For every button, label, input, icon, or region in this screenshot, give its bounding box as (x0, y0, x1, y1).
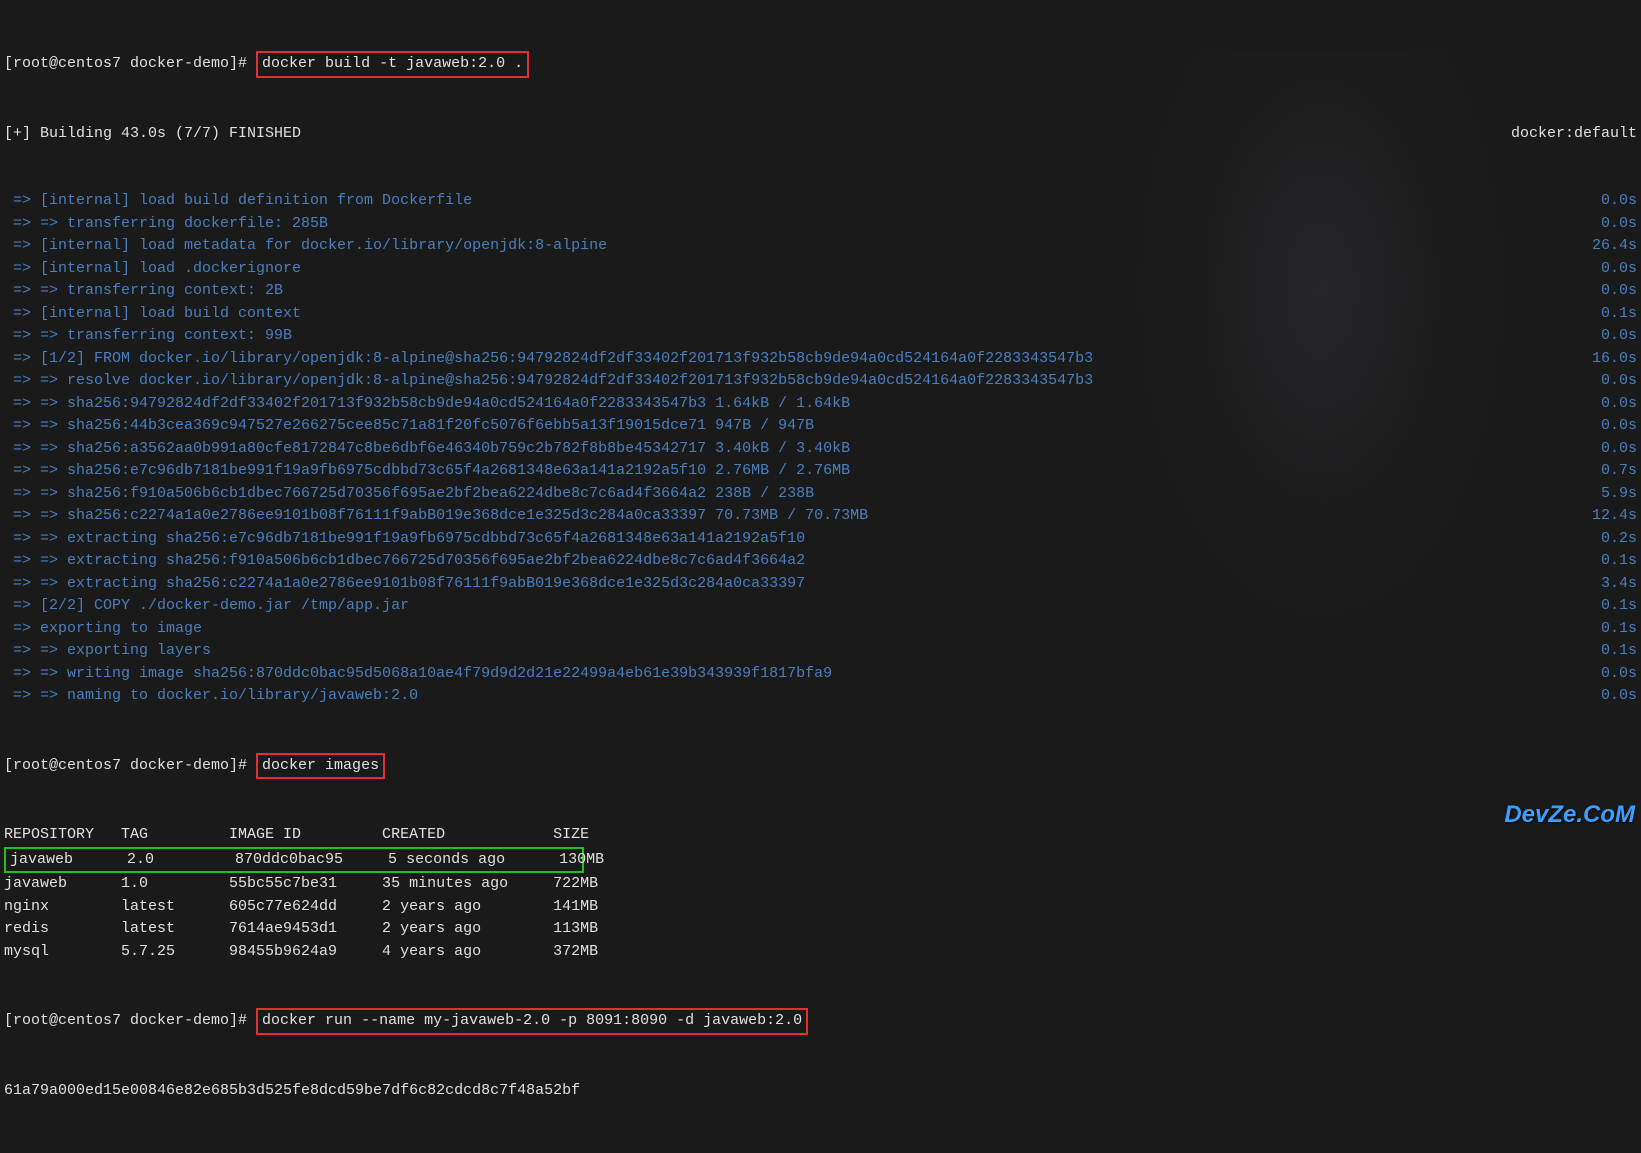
step-time: 26.4s (1592, 235, 1637, 258)
image-row: redis latest 7614ae9453d1 2 years ago 11… (4, 918, 1637, 941)
build-step-line: => => extracting sha256:f910a506b6cb1dbe… (4, 550, 1637, 573)
build-step-line: => => transferring context: 99B 0.0s (4, 325, 1637, 348)
build-step-line: => [internal] load .dockerignore 0.0s (4, 258, 1637, 281)
step-time: 0.0s (1601, 258, 1637, 281)
step-text: => => writing image sha256:870ddc0bac95d… (4, 663, 832, 686)
build-status: [+] Building 43.0s (7/7) FINISHED (4, 123, 301, 146)
shell-prompt: [root@centos7 docker-demo]# (4, 55, 256, 72)
step-time: 0.0s (1601, 438, 1637, 461)
images-command: docker images (256, 753, 385, 780)
step-text: => => sha256:e7c96db7181be991f19a9fb6975… (4, 460, 850, 483)
step-text: => => sha256:94792824df2df33402f201713f9… (4, 393, 850, 416)
run-command: docker run --name my-javaweb-2.0 -p 8091… (256, 1008, 808, 1035)
step-time: 0.0s (1601, 415, 1637, 438)
build-step-line: => [1/2] FROM docker.io/library/openjdk:… (4, 348, 1637, 371)
images-header-row: REPOSITORY TAG IMAGE ID CREATED SIZE (4, 824, 1637, 847)
step-time: 16.0s (1592, 348, 1637, 371)
watermark-logo: DevZe.CoM (1504, 797, 1635, 833)
docker-backend: docker:default (1511, 123, 1637, 146)
step-text: => => transferring context: 2B (4, 280, 283, 303)
image-row: javaweb 2.0 870ddc0bac95 5 seconds ago 1… (4, 847, 1637, 874)
step-text: => [1/2] FROM docker.io/library/openjdk:… (4, 348, 1093, 371)
step-time: 3.4s (1601, 573, 1637, 596)
build-step-line: => => extracting sha256:c2274a1a0e2786ee… (4, 573, 1637, 596)
shell-prompt: [root@centos7 docker-demo]# (4, 1012, 256, 1029)
step-text: => => sha256:a3562aa0b991a80cfe8172847c8… (4, 438, 850, 461)
step-text: => => exporting layers (4, 640, 211, 663)
step-time: 5.9s (1601, 483, 1637, 506)
step-time: 0.7s (1601, 460, 1637, 483)
step-time: 0.0s (1601, 325, 1637, 348)
shell-prompt: [root@centos7 docker-demo]# (4, 757, 256, 774)
build-step-line: => => sha256:c2274a1a0e2786ee9101b08f761… (4, 505, 1637, 528)
step-text: => => naming to docker.io/library/javawe… (4, 685, 418, 708)
step-text: => => transferring context: 99B (4, 325, 292, 348)
step-time: 0.2s (1601, 528, 1637, 551)
step-time: 0.1s (1601, 550, 1637, 573)
build-command: docker build -t javaweb:2.0 . (256, 51, 529, 78)
images-table: REPOSITORY TAG IMAGE ID CREATED SIZEjava… (4, 824, 1637, 963)
step-text: => [internal] load build definition from… (4, 190, 472, 213)
build-step-line: => exporting to image 0.1s (4, 618, 1637, 641)
build-step-line: => => naming to docker.io/library/javawe… (4, 685, 1637, 708)
step-text: => => extracting sha256:e7c96db7181be991… (4, 528, 805, 551)
build-step-line: => => sha256:a3562aa0b991a80cfe8172847c8… (4, 438, 1637, 461)
step-time: 0.0s (1601, 213, 1637, 236)
build-step-line: => => sha256:94792824df2df33402f201713f9… (4, 393, 1637, 416)
prompt-line-images: [root@centos7 docker-demo]# docker image… (4, 753, 1637, 780)
step-text: => [internal] load metadata for docker.i… (4, 235, 607, 258)
build-step-line: => [internal] load build definition from… (4, 190, 1637, 213)
step-time: 0.0s (1601, 393, 1637, 416)
prompt-line-build: [root@centos7 docker-demo]# docker build… (4, 51, 1637, 78)
step-text: => => sha256:44b3cea369c947527e266275cee… (4, 415, 814, 438)
build-steps: => [internal] load build definition from… (4, 190, 1637, 708)
step-time: 0.1s (1601, 618, 1637, 641)
step-time: 0.1s (1601, 303, 1637, 326)
highlighted-image-row: javaweb 2.0 870ddc0bac95 5 seconds ago 1… (4, 847, 584, 874)
step-time: 0.0s (1601, 685, 1637, 708)
build-step-line: => => sha256:f910a506b6cb1dbec766725d703… (4, 483, 1637, 506)
image-row: javaweb 1.0 55bc55c7be31 35 minutes ago … (4, 873, 1637, 896)
image-row: nginx latest 605c77e624dd 2 years ago 14… (4, 896, 1637, 919)
step-time: 0.0s (1601, 370, 1637, 393)
step-time: 12.4s (1592, 505, 1637, 528)
step-text: => => sha256:f910a506b6cb1dbec766725d703… (4, 483, 814, 506)
build-step-line: => => transferring dockerfile: 285B 0.0s (4, 213, 1637, 236)
build-step-line: => [internal] load build context 0.1s (4, 303, 1637, 326)
build-step-line: => => exporting layers 0.1s (4, 640, 1637, 663)
step-text: => => transferring dockerfile: 285B (4, 213, 328, 236)
build-step-line: => => sha256:e7c96db7181be991f19a9fb6975… (4, 460, 1637, 483)
step-text: => [internal] load .dockerignore (4, 258, 301, 281)
build-step-line: => => writing image sha256:870ddc0bac95d… (4, 663, 1637, 686)
step-time: 0.1s (1601, 595, 1637, 618)
step-time: 0.0s (1601, 190, 1637, 213)
build-step-line: => [2/2] COPY ./docker-demo.jar /tmp/app… (4, 595, 1637, 618)
step-text: => => resolve docker.io/library/openjdk:… (4, 370, 1093, 393)
terminal-output[interactable]: [root@centos7 docker-demo]# docker build… (0, 0, 1641, 1153)
image-row: mysql 5.7.25 98455b9624a9 4 years ago 37… (4, 941, 1637, 964)
build-step-line: => [internal] load metadata for docker.i… (4, 235, 1637, 258)
step-time: 0.0s (1601, 280, 1637, 303)
step-text: => [internal] load build context (4, 303, 301, 326)
build-header-line: [+] Building 43.0s (7/7) FINISHED docker:… (4, 123, 1637, 146)
container-id-output: 61a79a000ed15e00846e82e685b3d525fe8dcd59… (4, 1080, 1637, 1103)
step-time: 0.0s (1601, 663, 1637, 686)
build-step-line: => => extracting sha256:e7c96db7181be991… (4, 528, 1637, 551)
step-text: => [2/2] COPY ./docker-demo.jar /tmp/app… (4, 595, 409, 618)
step-text: => exporting to image (4, 618, 202, 641)
step-text: => => extracting sha256:c2274a1a0e2786ee… (4, 573, 805, 596)
step-text: => => sha256:c2274a1a0e2786ee9101b08f761… (4, 505, 868, 528)
step-time: 0.1s (1601, 640, 1637, 663)
build-step-line: => => sha256:44b3cea369c947527e266275cee… (4, 415, 1637, 438)
build-step-line: => => transferring context: 2B 0.0s (4, 280, 1637, 303)
prompt-line-run: [root@centos7 docker-demo]# docker run -… (4, 1008, 1637, 1035)
build-step-line: => => resolve docker.io/library/openjdk:… (4, 370, 1637, 393)
step-text: => => extracting sha256:f910a506b6cb1dbe… (4, 550, 805, 573)
